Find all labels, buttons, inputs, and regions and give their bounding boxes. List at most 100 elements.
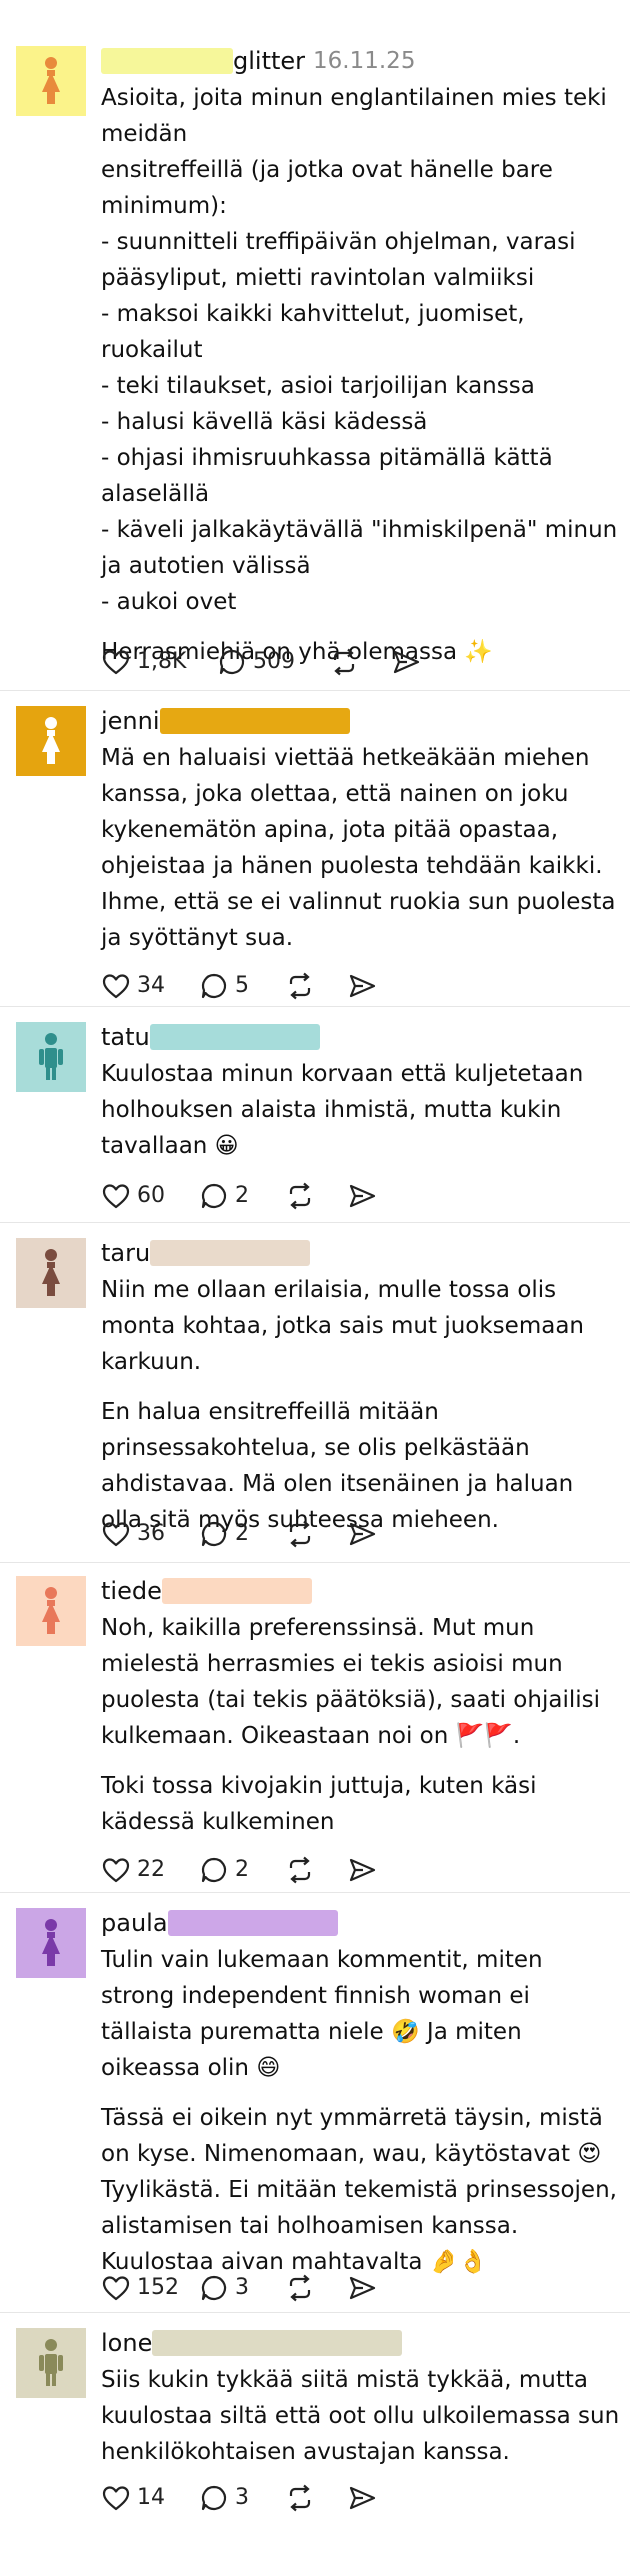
post-text: Siis kukin tykkää siitä mistä tykkää, mu… xyxy=(101,2367,620,2465)
redacted-username-blur xyxy=(152,2330,403,2356)
reply-count: 2 xyxy=(235,1183,249,1208)
like-button[interactable]: 1,8K xyxy=(101,642,186,682)
repost-icon xyxy=(329,647,359,677)
redacted-username-blur xyxy=(101,48,233,74)
reply-count: 2 xyxy=(235,1521,249,1546)
like-button[interactable]: 152 xyxy=(101,2268,179,2308)
post-header: jenni xyxy=(101,706,620,740)
avatar[interactable] xyxy=(16,1908,86,1978)
post-content: taru Niin me ollaan erilaisia, mulle toss… xyxy=(101,1238,620,1538)
speech-bubble-icon xyxy=(217,647,247,677)
repost-button[interactable] xyxy=(285,1850,315,1890)
reply-button[interactable]: 2 xyxy=(199,1176,249,1216)
reply-button[interactable]: 2 xyxy=(199,1514,249,1554)
like-count: 22 xyxy=(137,1857,165,1882)
post-actions: 152 3 xyxy=(101,2268,601,2308)
post-divider xyxy=(0,2312,630,2313)
repost-button[interactable] xyxy=(285,966,315,1006)
redacted-username-blur xyxy=(167,1910,338,1936)
like-count: 1,8K xyxy=(137,649,187,674)
repost-button[interactable] xyxy=(285,1176,315,1216)
post-header: taru xyxy=(101,1238,620,1272)
share-icon xyxy=(347,971,377,1001)
post-actions: 36 2 xyxy=(101,1514,601,1554)
post-text: Toki tossa kivojakin juttuja, kuten käsi… xyxy=(101,1773,537,1835)
username[interactable]: paula xyxy=(101,1908,168,1938)
share-button[interactable] xyxy=(347,1176,377,1216)
repost-button[interactable] xyxy=(285,1514,315,1554)
like-count: 14 xyxy=(137,2485,165,2510)
reply-button[interactable]: 2 xyxy=(199,1850,249,1890)
username[interactable]: tatu xyxy=(101,1022,150,1052)
post-actions: 22 2 xyxy=(101,1850,601,1890)
repost-button[interactable] xyxy=(285,2268,315,2308)
like-button[interactable]: 60 xyxy=(101,1176,165,1216)
share-button[interactable] xyxy=(391,642,421,682)
username[interactable]: lone xyxy=(101,2328,152,2358)
share-button[interactable] xyxy=(347,1514,377,1554)
reply-count: 3 xyxy=(235,2485,249,2510)
share-button[interactable] xyxy=(347,1850,377,1890)
repost-icon xyxy=(285,1855,315,1885)
share-icon xyxy=(347,2273,377,2303)
like-button[interactable]: 22 xyxy=(101,1850,165,1890)
repost-button[interactable] xyxy=(285,2478,315,2518)
avatar[interactable] xyxy=(16,1238,86,1308)
username[interactable]: glitter xyxy=(233,46,305,76)
redacted-username-blur xyxy=(150,1240,311,1266)
share-button[interactable] xyxy=(347,2268,377,2308)
like-button[interactable]: 36 xyxy=(101,1514,165,1554)
heart-icon xyxy=(101,647,131,677)
avatar[interactable] xyxy=(16,706,86,776)
post-actions: 34 5 xyxy=(101,966,601,1006)
post-divider xyxy=(0,690,630,691)
like-button[interactable]: 34 xyxy=(101,966,165,1006)
speech-bubble-icon xyxy=(199,2483,229,2513)
avatar[interactable] xyxy=(16,1022,86,1092)
heart-icon xyxy=(101,971,131,1001)
post-header: lone xyxy=(101,2328,620,2362)
post-content: lone Siis kukin tykkää siitä mistä tykkää… xyxy=(101,2328,620,2470)
post-text: Tässä ei oikein nyt ymmärretä täysin, mi… xyxy=(101,2105,617,2275)
avatar[interactable] xyxy=(16,1576,86,1646)
like-button[interactable]: 14 xyxy=(101,2478,165,2518)
username[interactable]: jenni xyxy=(101,706,160,736)
username[interactable]: taru xyxy=(101,1238,150,1268)
post-divider xyxy=(0,1006,630,1007)
repost-button[interactable] xyxy=(329,642,359,682)
like-count: 36 xyxy=(137,1521,165,1546)
reply-button[interactable]: 5 xyxy=(199,966,249,1006)
repost-icon xyxy=(285,2483,315,2513)
reply-count: 2 xyxy=(235,1857,249,1882)
post-divider xyxy=(0,1562,630,1563)
speech-bubble-icon xyxy=(199,971,229,1001)
post-content: tiede Noh, kaikilla preferenssinsä. Mut m… xyxy=(101,1576,620,1840)
reply-button[interactable]: 3 xyxy=(199,2478,249,2518)
share-button[interactable] xyxy=(347,2478,377,2518)
post-content: tatu Kuulostaa minun korvaan että kuljete… xyxy=(101,1022,620,1164)
post-header: tiede xyxy=(101,1576,620,1610)
post-content: jenni Mä en haluaisi viettää hetkeäkään m… xyxy=(101,706,620,956)
share-icon xyxy=(347,2483,377,2513)
reply-button[interactable]: 509 xyxy=(217,642,295,682)
post-content: glitter 16.11.25 Asioita, joita minun engl… xyxy=(101,46,620,670)
speech-bubble-icon xyxy=(199,1855,229,1885)
repost-icon xyxy=(285,971,315,1001)
like-count: 34 xyxy=(137,973,165,998)
share-icon xyxy=(347,1181,377,1211)
avatar[interactable] xyxy=(16,46,86,116)
speech-bubble-icon xyxy=(199,2273,229,2303)
reply-count: 5 xyxy=(235,973,249,998)
post-text: Mä en haluaisi viettää hetkeäkään miehen… xyxy=(101,745,616,951)
reply-count: 509 xyxy=(253,649,295,674)
redacted-username-blur xyxy=(159,708,350,734)
username[interactable]: tiede xyxy=(101,1576,162,1606)
avatar[interactable] xyxy=(16,2328,86,2398)
heart-icon xyxy=(101,2483,131,2513)
post-actions: 14 3 xyxy=(101,2478,601,2518)
post-text: Asioita, joita minun englantilainen mies… xyxy=(101,85,618,615)
share-button[interactable] xyxy=(347,966,377,1006)
heart-icon xyxy=(101,1519,131,1549)
reply-button[interactable]: 3 xyxy=(199,2268,249,2308)
like-count: 152 xyxy=(137,2275,179,2300)
